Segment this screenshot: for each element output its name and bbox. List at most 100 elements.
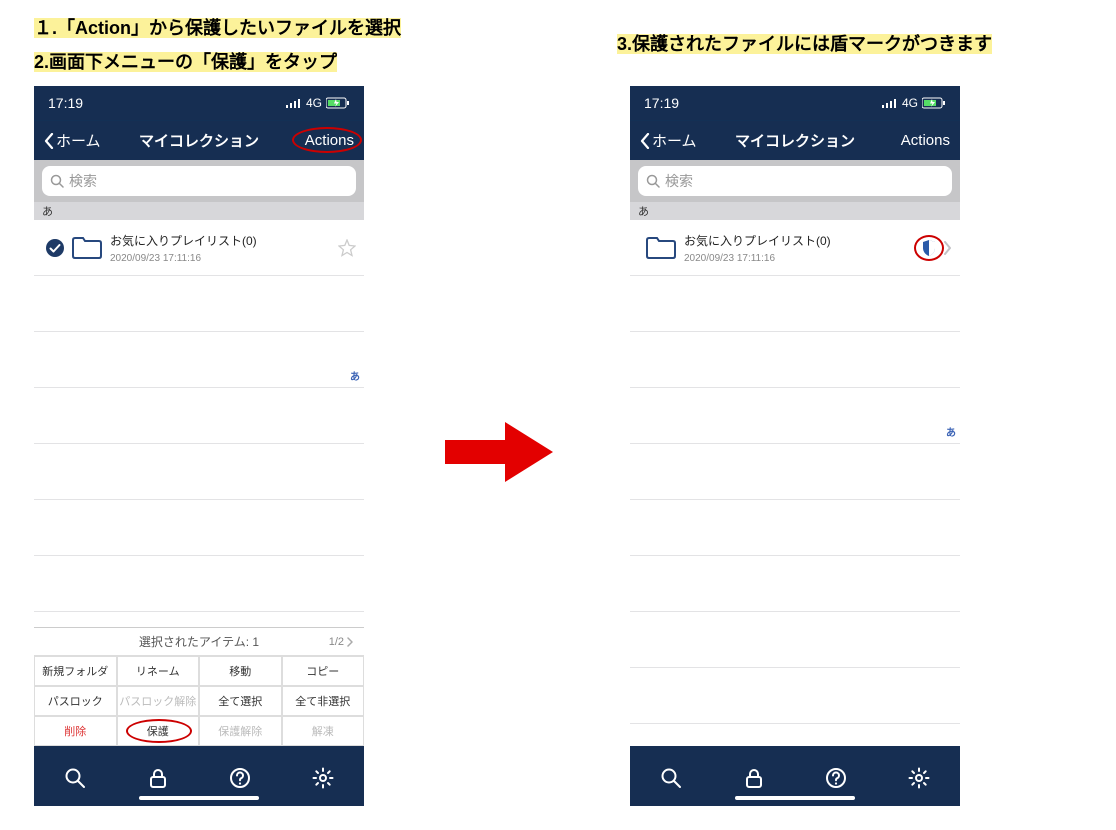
empty-row <box>630 276 960 332</box>
empty-row: あ <box>630 388 960 444</box>
phone-left: 17:19 4G ホーム マイコレクション Actions 検索 あ お気に入り… <box>34 86 364 806</box>
caption-step-3: 3.保護されたファイルには盾マークがつきます <box>617 34 992 54</box>
index-letter[interactable]: あ <box>350 368 360 383</box>
status-time: 17:19 <box>644 95 679 111</box>
folder-icon <box>72 236 102 260</box>
row-meta: お気に入りプレイリスト(0) 2020/09/23 17:11:16 <box>684 232 922 264</box>
star-icon[interactable] <box>338 239 356 257</box>
search-icon[interactable] <box>64 767 86 789</box>
empty-row <box>630 332 960 388</box>
home-indicator <box>139 796 259 800</box>
empty-row <box>630 612 960 668</box>
action-passlock[interactable]: パスロック <box>34 686 117 716</box>
help-icon[interactable] <box>825 767 847 789</box>
list-item[interactable]: お気に入りプレイリスト(0) 2020/09/23 17:11:16 <box>630 220 960 276</box>
action-move[interactable]: 移動 <box>199 656 282 686</box>
arrow-icon <box>445 420 555 484</box>
row-date: 2020/09/23 17:11:16 <box>110 253 338 264</box>
action-copy[interactable]: コピー <box>282 656 365 686</box>
section-header: あ <box>34 202 364 220</box>
empty-row: あ <box>34 332 364 388</box>
back-label: ホーム <box>652 130 697 151</box>
action-panel-header: 選択されたアイテム: 1 1/2 <box>34 628 364 656</box>
empty-row <box>34 444 364 500</box>
action-delete[interactable]: 削除 <box>34 716 117 746</box>
back-button[interactable]: ホーム <box>44 130 101 151</box>
caption-step-1: １.「Action」から保護したいファイルを選択 <box>34 18 401 38</box>
empty-row <box>630 444 960 500</box>
empty-row <box>34 500 364 556</box>
action-rename[interactable]: リネーム <box>117 656 200 686</box>
index-letter[interactable]: あ <box>946 424 956 439</box>
signal-icon <box>882 98 898 108</box>
actions-button[interactable]: Actions <box>901 132 950 149</box>
chevron-right-icon <box>944 241 952 255</box>
chevron-left-icon <box>640 133 650 149</box>
phone-right: 17:19 4G ホーム マイコレクション Actions 検索 あ お気に入り… <box>630 86 960 806</box>
back-button[interactable]: ホーム <box>640 130 697 151</box>
gear-icon[interactable] <box>312 767 334 789</box>
caption-step-2: 2.画面下メニューの「保護」をタップ <box>34 52 337 72</box>
search-input[interactable]: 検索 <box>42 166 356 196</box>
bottom-bar <box>34 746 364 806</box>
action-select-all[interactable]: 全て選択 <box>199 686 282 716</box>
battery-icon <box>922 97 946 109</box>
status-bar: 17:19 4G <box>630 86 960 120</box>
network-label: 4G <box>306 96 322 110</box>
highlight-protect <box>126 719 192 743</box>
status-time: 17:19 <box>48 95 83 111</box>
action-header-text: 選択されたアイテム: 1 <box>139 633 259 650</box>
row-meta: お気に入りプレイリスト(0) 2020/09/23 17:11:16 <box>110 232 338 264</box>
nav-title: マイコレクション <box>139 130 259 151</box>
section-header: あ <box>630 202 960 220</box>
empty-row <box>34 556 364 612</box>
chevron-left-icon <box>44 133 54 149</box>
action-extract: 解凍 <box>282 716 365 746</box>
search-bar-container: 検索 <box>630 160 960 202</box>
home-indicator <box>735 796 855 800</box>
list-item[interactable]: お気に入りプレイリスト(0) 2020/09/23 17:11:16 <box>34 220 364 276</box>
help-icon[interactable] <box>229 767 251 789</box>
search-input[interactable]: 検索 <box>638 166 952 196</box>
search-icon <box>50 174 64 188</box>
actions-button[interactable]: Actions <box>305 132 354 149</box>
status-right: 4G <box>286 96 350 110</box>
nav-bar: ホーム マイコレクション Actions <box>630 120 960 160</box>
gear-icon[interactable] <box>908 767 930 789</box>
empty-row <box>630 556 960 612</box>
signal-icon <box>286 98 302 108</box>
empty-row <box>630 500 960 556</box>
back-label: ホーム <box>56 130 101 151</box>
nav-bar: ホーム マイコレクション Actions <box>34 120 364 160</box>
battery-icon <box>326 97 350 109</box>
network-label: 4G <box>902 96 918 110</box>
action-unprotect: 保護解除 <box>199 716 282 746</box>
row-checkbox[interactable] <box>42 238 68 258</box>
folder-icon <box>646 236 676 260</box>
search-placeholder: 検索 <box>665 171 693 191</box>
shield-icon <box>922 240 936 256</box>
lock-icon[interactable] <box>147 767 169 789</box>
row-title: お気に入りプレイリスト(0) <box>110 232 338 249</box>
empty-row <box>34 276 364 332</box>
action-new-folder[interactable]: 新規フォルダ <box>34 656 117 686</box>
action-grid: 新規フォルダ リネーム 移動 コピー パスロック パスロック解除 全て選択 全て… <box>34 656 364 746</box>
bottom-bar <box>630 746 960 806</box>
action-passlock-off: パスロック解除 <box>117 686 200 716</box>
search-icon[interactable] <box>660 767 682 789</box>
action-pager[interactable]: 1/2 <box>329 636 354 648</box>
shield-badge <box>922 240 936 256</box>
empty-row <box>34 388 364 444</box>
empty-row <box>630 668 960 724</box>
status-bar: 17:19 4G <box>34 86 364 120</box>
chevron-right-icon <box>347 637 354 647</box>
status-right: 4G <box>882 96 946 110</box>
search-placeholder: 検索 <box>69 171 97 191</box>
nav-title: マイコレクション <box>735 130 855 151</box>
search-bar-container: 検索 <box>34 160 364 202</box>
action-protect[interactable]: 保護 <box>117 716 200 746</box>
lock-icon[interactable] <box>743 767 765 789</box>
row-title: お気に入りプレイリスト(0) <box>684 232 922 249</box>
action-panel: 選択されたアイテム: 1 1/2 新規フォルダ リネーム 移動 コピー パスロッ… <box>34 627 364 746</box>
action-deselect-all[interactable]: 全て非選択 <box>282 686 365 716</box>
